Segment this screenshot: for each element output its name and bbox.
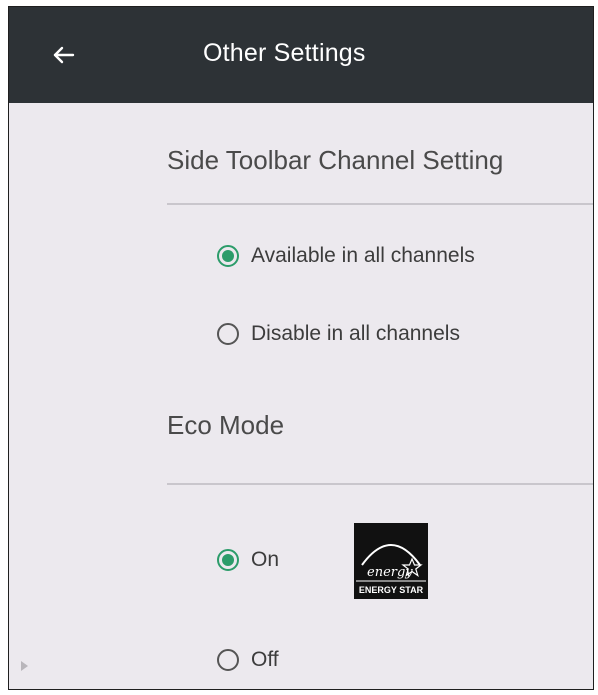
- energy-star-caption: ENERGY STAR: [359, 585, 424, 595]
- radio-eco-off[interactable]: Off: [217, 648, 279, 672]
- energy-star-logo: energy ENERGY STAR: [354, 523, 428, 599]
- radio-selected-icon: [217, 245, 239, 267]
- section-divider: [167, 203, 593, 205]
- settings-screen: Other Settings Side Toolbar Channel Sett…: [8, 6, 594, 690]
- radio-eco-on[interactable]: On: [217, 548, 279, 572]
- radio-unselected-icon: [217, 649, 239, 671]
- section-divider: [167, 483, 593, 485]
- eco-mode-section-header: Eco Mode: [167, 410, 285, 440]
- page-title: Other Settings: [203, 39, 366, 67]
- arrow-left-icon: [53, 46, 75, 64]
- radio-label: Off: [251, 648, 279, 671]
- radio-label: Available in all channels: [251, 244, 475, 267]
- scroll-indicator-icon: [21, 661, 28, 671]
- radio-disable-all-channels[interactable]: Disable in all channels: [217, 322, 460, 346]
- radio-unselected-icon: [217, 323, 239, 345]
- radio-label: On: [251, 548, 280, 571]
- side-toolbar-section-header: Side Toolbar Channel Setting: [167, 145, 504, 175]
- radio-available-all-channels[interactable]: Available in all channels: [217, 244, 475, 268]
- radio-selected-icon: [217, 549, 239, 571]
- radio-label: Disable in all channels: [251, 322, 460, 345]
- app-bar: Other Settings: [9, 7, 593, 103]
- back-button[interactable]: [45, 37, 81, 73]
